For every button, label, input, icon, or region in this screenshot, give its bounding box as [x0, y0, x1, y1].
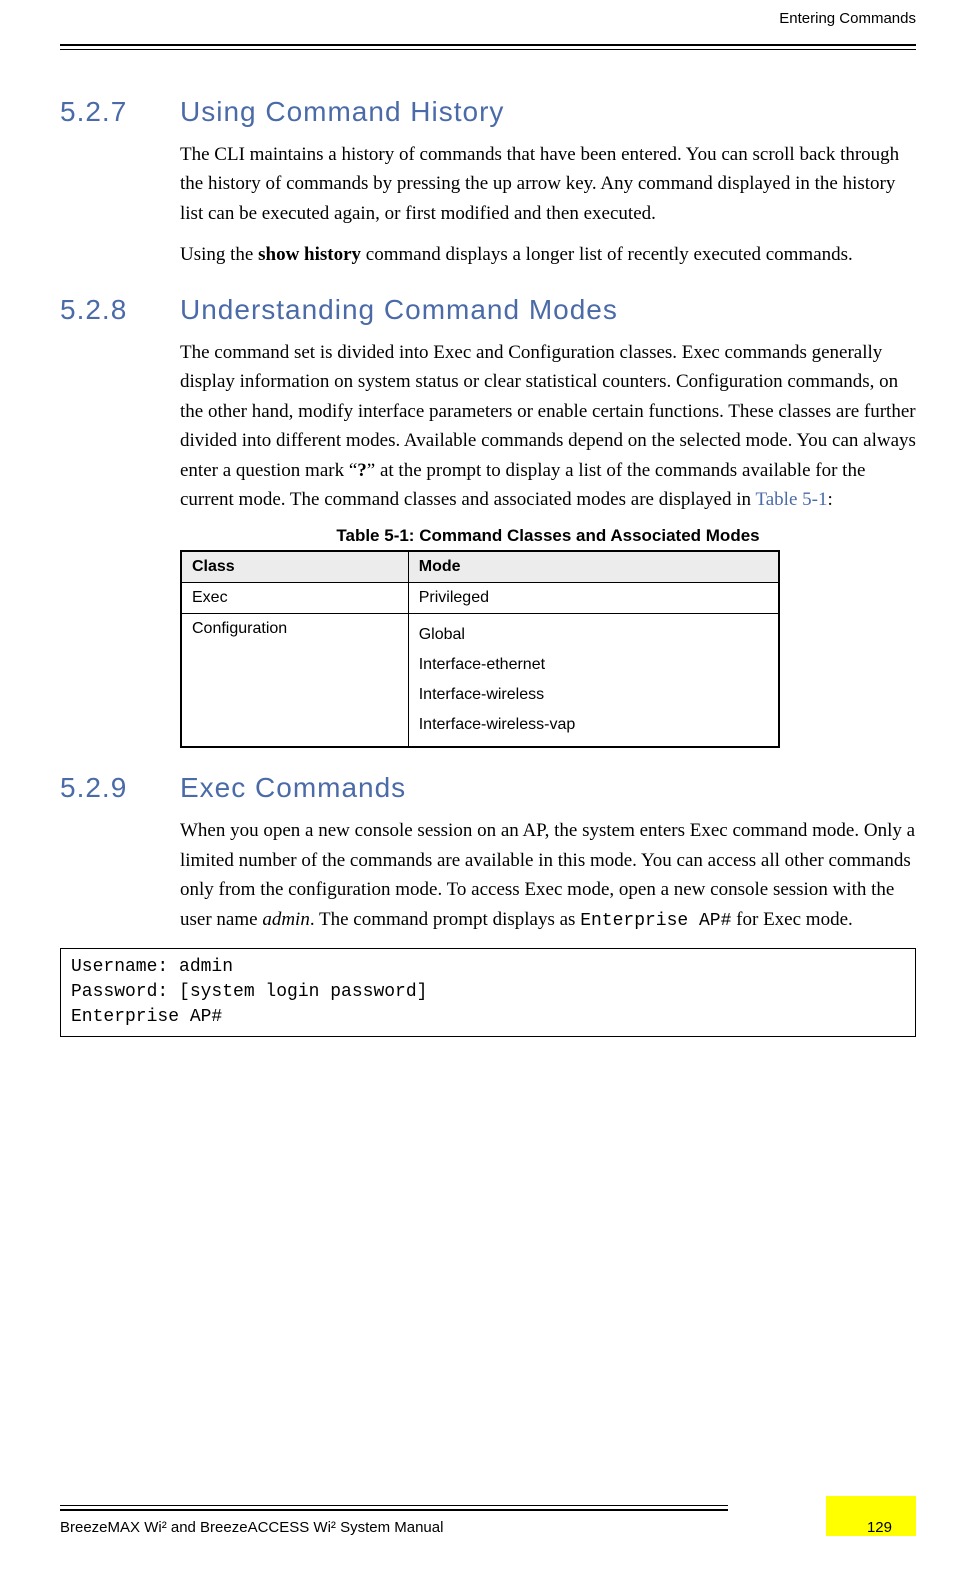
table-row: Exec Privileged — [181, 583, 779, 614]
section-number: 5.2.8 — [60, 294, 180, 326]
section-title: Exec Commands — [180, 772, 916, 804]
section-heading-528: 5.2.8 Understanding Command Modes — [60, 294, 916, 326]
footer-rule-thin — [60, 1505, 728, 1506]
mode-list: Global Interface-ethernet Interface-wire… — [419, 620, 768, 740]
content-area: 5.2.7 Using Command History The CLI main… — [60, 46, 916, 1037]
top-rule-thin — [60, 49, 916, 50]
footer-row: BreezeMAX Wi² and BreezeACCESS Wi² Syste… — [60, 1519, 916, 1536]
cell-mode: Privileged — [408, 583, 779, 614]
text: . The command prompt displays as — [310, 909, 580, 930]
table-header-row: Class Mode — [181, 551, 779, 583]
top-rule-thick — [60, 44, 916, 46]
cell-modes: Global Interface-ethernet Interface-wire… — [408, 614, 779, 748]
section-number: 5.2.9 — [60, 772, 180, 804]
table-row: Configuration Global Interface-ethernet … — [181, 614, 779, 748]
text: Using the — [180, 244, 258, 265]
username-literal: admin — [262, 909, 310, 930]
key-literal: ? — [357, 460, 367, 481]
section-heading-529: 5.2.9 Exec Commands — [60, 772, 916, 804]
table-header-mode: Mode — [408, 551, 779, 583]
top-header-area: Entering Commands — [60, 10, 916, 46]
mode-item: Interface-ethernet — [419, 650, 768, 680]
footer-rule-thick — [60, 1509, 728, 1511]
table-header-class: Class — [181, 551, 408, 583]
section-title: Understanding Command Modes — [180, 294, 916, 326]
paragraph: When you open a new console session on a… — [180, 816, 916, 935]
page-number: 129 — [867, 1519, 916, 1536]
mode-item: Global — [419, 620, 768, 650]
table-caption: Table 5-1: Command Classes and Associate… — [180, 526, 916, 546]
paragraph: Using the show history command displays … — [180, 240, 916, 269]
terminal-example: Username: admin Password: [system login … — [60, 948, 916, 1038]
text: : — [827, 489, 832, 510]
text: for Exec mode. — [731, 909, 852, 930]
page: Entering Commands 5.2.7 Using Command Hi… — [0, 0, 976, 1576]
paragraph: The command set is divided into Exec and… — [180, 338, 916, 515]
table-reference-link[interactable]: Table 5-1 — [755, 489, 827, 510]
running-head: Entering Commands — [779, 10, 916, 27]
mode-item: Interface-wireless — [419, 680, 768, 710]
cell-class: Exec — [181, 583, 408, 614]
command-classes-table: Class Mode Exec Privileged Configuration… — [180, 550, 780, 748]
cell-class: Configuration — [181, 614, 408, 748]
section-heading-527: 5.2.7 Using Command History — [60, 96, 916, 128]
text: command displays a longer list of recent… — [361, 244, 853, 265]
section-number: 5.2.7 — [60, 96, 180, 128]
section-title: Using Command History — [180, 96, 916, 128]
prompt-literal: Enterprise AP# — [580, 911, 731, 931]
footer: BreezeMAX Wi² and BreezeACCESS Wi² Syste… — [60, 1505, 916, 1536]
paragraph: The CLI maintains a history of commands … — [180, 140, 916, 228]
manual-title: BreezeMAX Wi² and BreezeACCESS Wi² Syste… — [60, 1519, 443, 1536]
command-name: show history — [258, 244, 361, 265]
mode-item: Interface-wireless-vap — [419, 710, 768, 740]
